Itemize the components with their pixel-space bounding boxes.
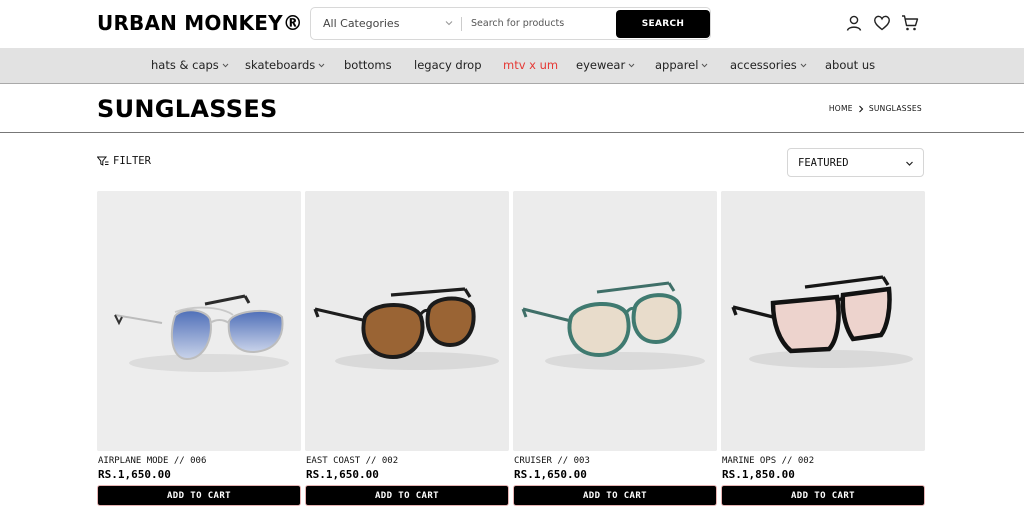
search-divider bbox=[461, 17, 462, 31]
add-to-cart-button[interactable]: ADD TO CART bbox=[305, 485, 509, 506]
add-to-cart-button[interactable]: ADD TO CART bbox=[513, 485, 717, 506]
nav-item-skateboards[interactable]: skateboards bbox=[245, 58, 325, 72]
nav-item-label: apparel bbox=[655, 58, 699, 72]
product-name[interactable]: AIRPLANE MODE // 006 bbox=[98, 456, 206, 466]
nav-item-legacy-drop[interactable]: legacy drop bbox=[414, 58, 482, 72]
nav-item-apparel[interactable]: apparel bbox=[655, 58, 708, 72]
breadcrumb-current: SUNGLASSES bbox=[868, 104, 922, 113]
sort-select[interactable]: FEATURED bbox=[787, 148, 924, 177]
nav-item-label: skateboards bbox=[245, 58, 316, 72]
chevron-down-icon bbox=[906, 161, 913, 166]
product-price: RS.1,650.00 bbox=[306, 468, 379, 481]
cart-icon[interactable] bbox=[901, 14, 919, 32]
product-image[interactable] bbox=[721, 191, 925, 451]
nav-item-label: legacy drop bbox=[414, 58, 482, 72]
product-price: RS.1,650.00 bbox=[514, 468, 587, 481]
product-card: AIRPLANE MODE // 006 RS.1,650.00 ADD TO … bbox=[97, 191, 301, 507]
product-price: RS.1,650.00 bbox=[98, 468, 171, 481]
user-icon[interactable] bbox=[845, 14, 863, 32]
category-select-value: All Categories bbox=[323, 17, 400, 30]
product-image[interactable] bbox=[97, 191, 301, 451]
product-name[interactable]: MARINE OPS // 002 bbox=[722, 456, 814, 466]
chevron-down-icon bbox=[222, 63, 229, 67]
chevron-down-icon bbox=[445, 21, 453, 26]
chevron-down-icon bbox=[628, 63, 635, 67]
product-card: MARINE OPS // 002 RS.1,850.00 ADD TO CAR… bbox=[721, 191, 925, 507]
product-name[interactable]: EAST COAST // 002 bbox=[306, 456, 398, 466]
nav-item-label: eyewear bbox=[576, 58, 626, 72]
heart-icon[interactable] bbox=[873, 14, 891, 32]
site-header: URBAN MONKEY® All Categories SEARCH bbox=[0, 0, 1024, 48]
filter-icon bbox=[97, 156, 109, 166]
sunglasses-black-brown-image bbox=[305, 191, 509, 451]
filter-button[interactable]: FILTER bbox=[97, 155, 151, 167]
page-title: SUNGLASSES bbox=[97, 95, 278, 123]
chevron-down-icon bbox=[318, 63, 325, 67]
search-input[interactable] bbox=[471, 13, 611, 34]
breadcrumb-home[interactable]: HOME bbox=[829, 104, 853, 113]
chevron-down-icon bbox=[702, 63, 708, 67]
product-image[interactable] bbox=[305, 191, 509, 451]
nav-item-bottoms[interactable]: bottoms bbox=[344, 58, 392, 72]
product-card: EAST COAST // 002 RS.1,650.00 ADD TO CAR… bbox=[305, 191, 509, 507]
search-button[interactable]: SEARCH bbox=[616, 10, 710, 38]
nav-item-label: accessories bbox=[730, 58, 797, 72]
chevron-right-icon bbox=[858, 105, 864, 112]
category-select[interactable]: All Categories bbox=[323, 8, 458, 39]
chevron-down-icon bbox=[800, 63, 807, 67]
search-bar: All Categories SEARCH bbox=[310, 7, 711, 40]
sunglasses-teal-clear-image bbox=[513, 191, 717, 451]
add-to-cart-button[interactable]: ADD TO CART bbox=[97, 485, 301, 506]
nav-item-accessories[interactable]: accessories bbox=[730, 58, 807, 72]
nav-item-label: bottoms bbox=[344, 58, 392, 72]
nav-item-label: mtv x um bbox=[503, 58, 559, 72]
nav-item-mtv-x-um[interactable]: mtv x um bbox=[503, 58, 558, 72]
nav-item-label: about us bbox=[825, 58, 876, 72]
add-to-cart-button[interactable]: ADD TO CART bbox=[721, 485, 925, 506]
breadcrumb: HOME SUNGLASSES bbox=[829, 104, 922, 113]
sunglasses-black-pink-image bbox=[721, 191, 925, 451]
sunglasses-silver-blue-image bbox=[97, 191, 301, 451]
product-grid: AIRPLANE MODE // 006 RS.1,650.00 ADD TO … bbox=[97, 191, 925, 507]
page-title-bar: SUNGLASSES HOME SUNGLASSES bbox=[0, 85, 1024, 133]
nav-item-hats-caps[interactable]: hats & caps bbox=[151, 58, 229, 72]
product-price: RS.1,850.00 bbox=[722, 468, 795, 481]
product-image[interactable] bbox=[513, 191, 717, 451]
nav-item-label: hats & caps bbox=[151, 58, 219, 72]
brand-logo[interactable]: URBAN MONKEY® bbox=[97, 11, 303, 35]
nav-item-about-us[interactable]: about us bbox=[825, 58, 875, 72]
main-nav: hats & caps skateboards bottoms legacy d… bbox=[0, 48, 1024, 84]
product-card: CRUISER // 003 RS.1,650.00 ADD TO CART bbox=[513, 191, 717, 507]
nav-item-eyewear[interactable]: eyewear bbox=[576, 58, 635, 72]
sort-select-value: FEATURED bbox=[798, 156, 849, 169]
filter-label: FILTER bbox=[113, 155, 151, 167]
product-name[interactable]: CRUISER // 003 bbox=[514, 456, 590, 466]
